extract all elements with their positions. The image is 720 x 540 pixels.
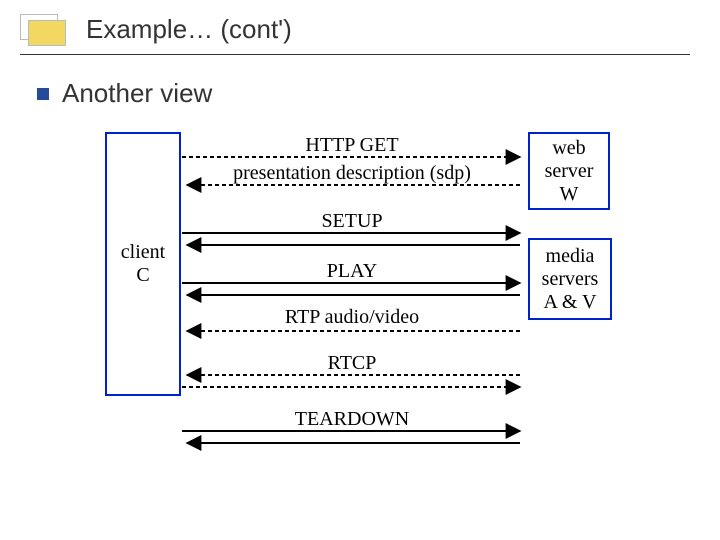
label-rtp: RTP audio/video [216,306,488,329]
box-web-server: web server W [528,132,610,210]
label-teardown: TEARDOWN [216,408,488,431]
section-heading: Another view [62,78,212,109]
title-underline [20,54,690,55]
bullet-icon [37,88,49,100]
label-sdp: presentation description (sdp) [216,162,488,185]
label-play: PLAY [216,260,488,283]
label-setup: SETUP [216,210,488,233]
slide-title: Example… (cont') [86,14,292,45]
diagram: client C web server W media servers A & … [0,120,720,520]
label-rtcp: RTCP [216,352,488,375]
box-client: client C [105,132,181,396]
title-ornament [20,14,76,42]
label-http-get: HTTP GET [216,134,488,157]
box-media-servers: media servers A & V [528,238,612,320]
